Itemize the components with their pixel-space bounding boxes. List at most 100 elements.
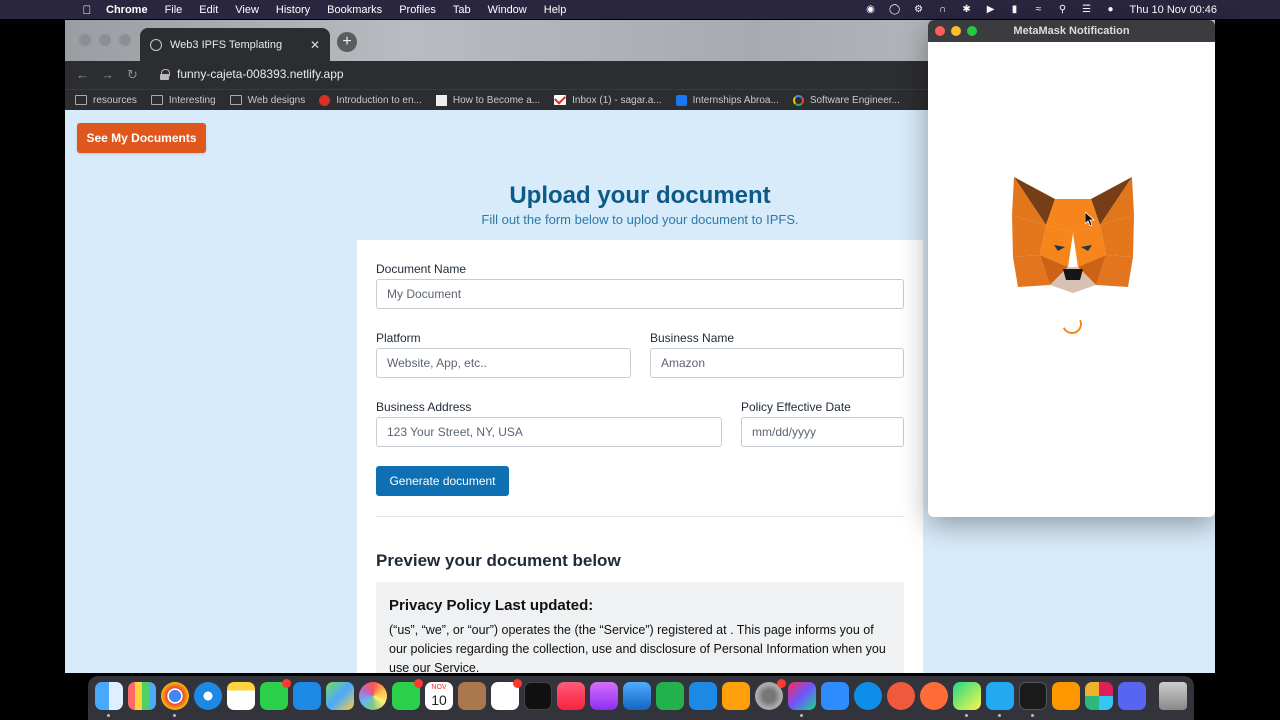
chrome-icon[interactable] [161,682,189,710]
dock: NOV 10 [88,676,1194,720]
bookmark-inbox[interactable]: Inbox (1) - sagar.a... [554,95,662,106]
intellij-icon[interactable] [788,682,816,710]
menu-file[interactable]: File [165,4,183,16]
hw-icon [435,94,447,106]
menu-clock[interactable]: Thu 10 Nov 00:46 [1130,4,1217,16]
slack-icon[interactable] [1085,682,1113,710]
siri-icon[interactable]: ● [1104,4,1118,16]
zoom-icon[interactable] [821,682,849,710]
terminal-icon[interactable] [1019,682,1047,710]
running-indicator [107,714,110,717]
messages-icon[interactable] [260,679,291,710]
bluetooth-icon[interactable]: ✱ [960,4,974,16]
policy-date-input[interactable]: mm/dd/yyyy [741,417,904,447]
document-preview: Privacy Policy Last updated: (“us”, “we”… [376,582,904,673]
keynote-icon[interactable] [623,682,651,710]
menu-profiles[interactable]: Profiles [399,4,436,16]
generate-document-button[interactable]: Generate document [376,466,509,496]
vpn-icon[interactable]: ∩ [936,4,950,16]
music-icon[interactable] [557,682,585,710]
safari-icon[interactable] [194,682,222,710]
bookmark-introduction[interactable]: Introduction to en... [319,94,422,106]
photos-icon[interactable] [359,682,387,710]
trash-icon[interactable] [1159,682,1187,710]
window-minimize-button[interactable] [99,34,111,46]
reminders-icon[interactable] [491,679,522,710]
document-name-input[interactable]: My Document [376,279,904,309]
play-icon[interactable]: ▶ [984,4,998,16]
bookmark-internships[interactable]: Internships Abroa... [675,94,779,106]
git-client-icon[interactable] [887,682,915,710]
running-indicator [965,714,968,717]
business-address-input[interactable]: 123 Your Street, NY, USA [376,417,722,447]
bookmark-web-designs[interactable]: Web designs [229,95,305,106]
privacy-policy-body: (“us”, “we”, or “our”) operates the (the… [389,623,886,673]
teamviewer-icon[interactable] [854,682,882,710]
vscode-icon[interactable] [986,682,1014,710]
facetime-icon[interactable] [392,679,423,710]
record-icon[interactable]: ◉ [864,4,878,16]
search-icon[interactable]: ⚲ [1056,4,1070,16]
reload-icon[interactable]: ↻ [127,67,138,83]
tab-close-icon[interactable]: ✕ [310,38,320,52]
creative-cloud-icon[interactable]: ◯ [888,4,902,16]
new-tab-button[interactable]: + [337,32,357,52]
menu-edit[interactable]: Edit [199,4,218,16]
platform-input[interactable]: Website, App, etc.. [376,348,631,378]
facebook-icon [675,94,687,106]
wifi-icon[interactable]: ≈ [1032,4,1046,16]
bookmark-interesting[interactable]: Interesting [150,95,216,106]
podcasts-icon[interactable] [590,682,618,710]
running-indicator [1031,714,1034,717]
finder-icon[interactable] [95,682,123,710]
menu-history[interactable]: History [276,4,310,16]
control-center-icon[interactable]: ☰ [1080,4,1094,16]
tab-web3-ipfs[interactable]: Web3 IPFS Templating ✕ [140,28,330,61]
metamask-minimize-button[interactable] [951,26,961,36]
lock-icon[interactable] [160,69,170,80]
loading-spinner-icon [1059,311,1085,337]
business-name-input[interactable]: Amazon [650,348,904,378]
document-name-label: Document Name [376,262,467,276]
menu-app-name[interactable]: Chrome [106,4,148,16]
apple-tv-icon[interactable] [524,682,552,710]
bookmark-how-to-become[interactable]: How to Become a... [435,94,540,106]
bookmark-software-engineer[interactable]: Software Engineer... [792,94,900,106]
launchpad-icon[interactable] [128,682,156,710]
menu-tab[interactable]: Tab [453,4,471,16]
apple-icon[interactable]:  [80,3,94,17]
discord-icon[interactable] [1118,682,1146,710]
metamask-title: MetaMask Notification [1013,25,1130,37]
mixer-icon[interactable]: ⚙ [912,4,926,16]
pycharm-icon[interactable] [953,682,981,710]
bookmark-resources[interactable]: resources [75,95,137,106]
see-my-documents-button[interactable]: See My Documents [77,123,206,153]
window-close-button[interactable] [79,34,91,46]
menu-window[interactable]: Window [488,4,527,16]
notes-icon[interactable] [227,682,255,710]
maps-icon[interactable] [326,682,354,710]
numbers-icon[interactable] [656,682,684,710]
metamask-close-button[interactable] [935,26,945,36]
back-arrow-icon[interactable]: ← [76,67,89,82]
window-zoom-button[interactable] [119,34,131,46]
battery-icon[interactable]: ▮ [1008,4,1022,16]
mail-icon[interactable] [293,682,321,710]
contacts-icon[interactable] [458,682,486,710]
sublime-text-icon[interactable] [1052,682,1080,710]
app-store-icon[interactable] [689,682,717,710]
menu-help[interactable]: Help [544,4,567,16]
folder-icon [229,95,242,105]
pages-icon[interactable] [722,682,750,710]
calendar-icon[interactable]: NOV 10 [425,682,453,710]
system-preferences-icon[interactable] [755,679,786,710]
metamask-zoom-button[interactable] [967,26,977,36]
business-address-label: Business Address [376,400,472,414]
menu-bookmarks[interactable]: Bookmarks [327,4,382,16]
running-indicator [998,714,1001,717]
bookmark-label: Internships Abroa... [692,94,779,106]
forward-arrow-icon[interactable]: → [101,67,114,82]
menu-view[interactable]: View [235,4,259,16]
postman-icon[interactable] [920,682,948,710]
address-bar[interactable]: funny-cajeta-008393.netlify.app [177,67,344,81]
